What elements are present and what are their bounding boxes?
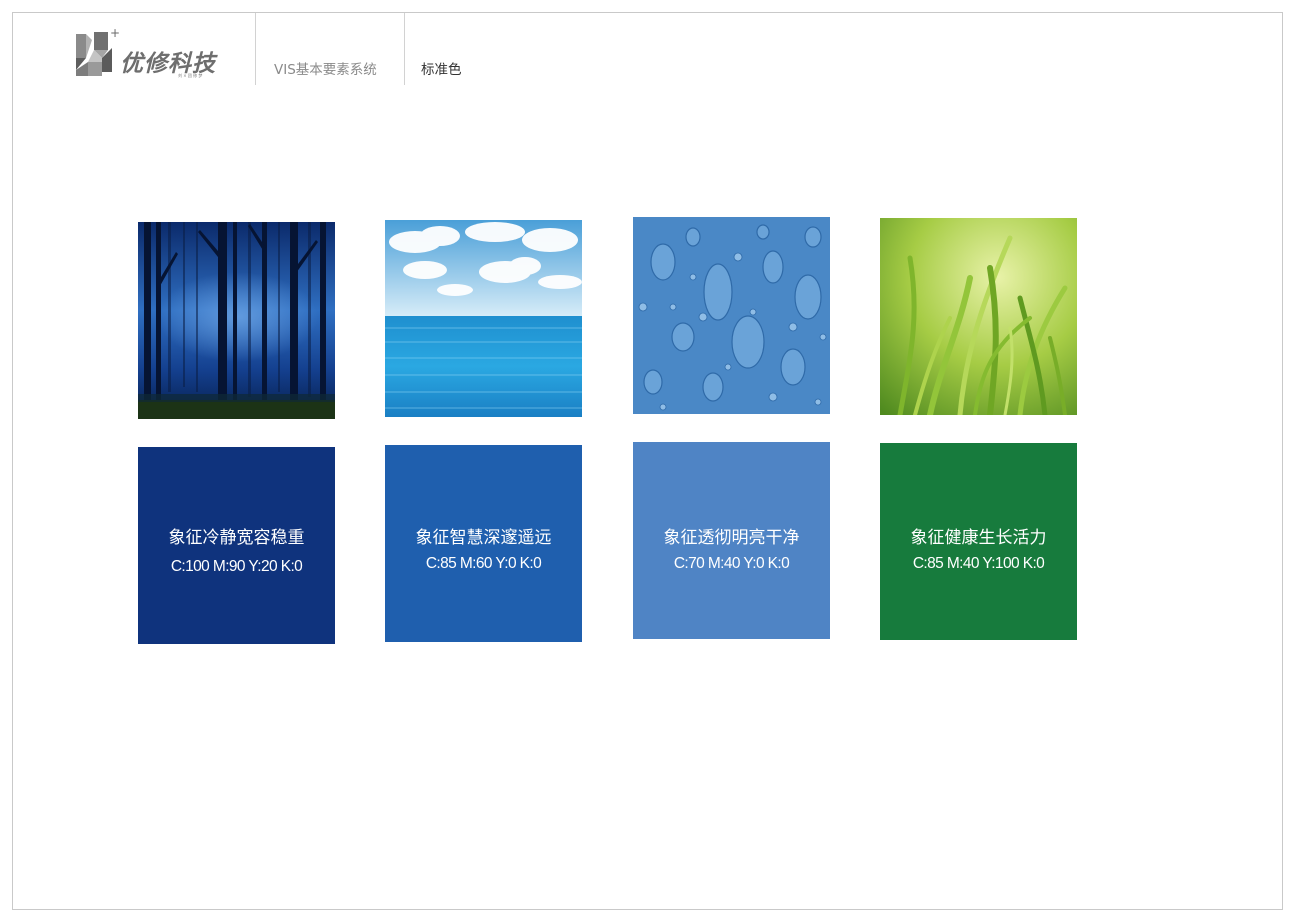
brand-logo: + 优修科技 刘 × 团 修 梦 bbox=[74, 28, 234, 82]
swatch-cmyk: C:70 M:40 Y:0 K:0 bbox=[673, 555, 790, 572]
header-divider bbox=[255, 13, 256, 85]
color-swatch-dark-blue: 象征冷静宽容稳重 C:100 M:90 Y:20 K:0 bbox=[138, 447, 335, 644]
header-divider bbox=[404, 13, 405, 85]
system-title: VIS基本要素系统 bbox=[274, 62, 377, 78]
swatch-cmyk: C:85 M:60 Y:0 K:0 bbox=[425, 555, 542, 572]
svg-text:+: + bbox=[110, 28, 120, 40]
forest-photo bbox=[138, 222, 335, 419]
grass-photo bbox=[880, 218, 1077, 415]
color-swatch-light-blue: 象征透彻明亮干净 C:70 M:40 Y:0 K:0 bbox=[633, 442, 830, 639]
swatch-description: 象征健康生长活力 bbox=[910, 528, 1047, 548]
water-droplets-photo bbox=[633, 217, 830, 414]
section-title: 标准色 bbox=[421, 62, 462, 78]
color-swatch-green: 象征健康生长活力 C:85 M:40 Y:100 K:0 bbox=[880, 443, 1077, 640]
swatch-description: 象征透彻明亮干净 bbox=[663, 528, 800, 548]
ocean-photo bbox=[385, 220, 582, 417]
swatch-description: 象征智慧深邃遥远 bbox=[415, 528, 552, 548]
swatch-description: 象征冷静宽容稳重 bbox=[168, 528, 305, 548]
logo-mark-icon: + bbox=[76, 28, 120, 76]
swatch-cmyk: C:100 M:90 Y:20 K:0 bbox=[170, 558, 303, 575]
brand-tagline: 刘 × 团 修 梦 bbox=[178, 73, 203, 78]
color-swatch-blue: 象征智慧深邃遥远 C:85 M:60 Y:0 K:0 bbox=[385, 445, 582, 642]
swatch-cmyk: C:85 M:40 Y:100 K:0 bbox=[912, 555, 1045, 572]
